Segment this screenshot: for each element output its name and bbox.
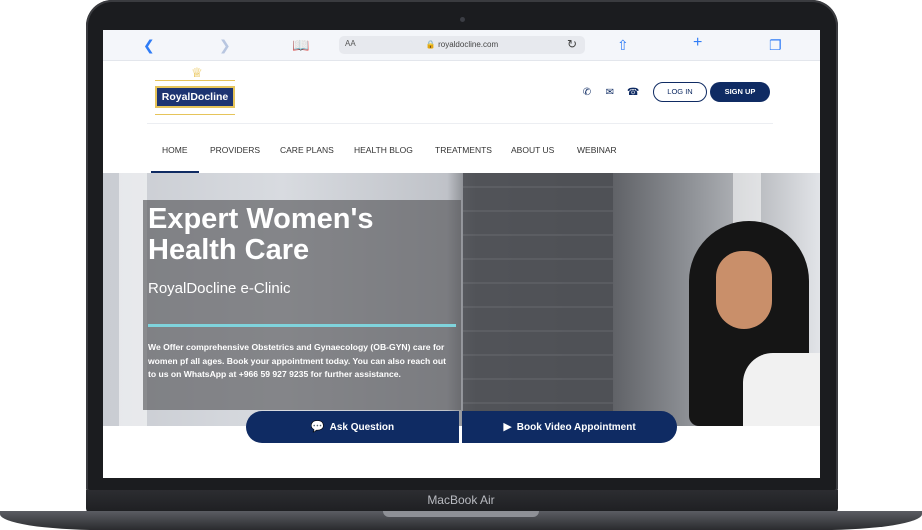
tabs-icon[interactable]: ❐ — [769, 37, 782, 53]
hero-background-wall — [463, 173, 613, 426]
hero-subtitle: RoyalDocline e-Clinic — [148, 280, 291, 297]
doctor-photo — [671, 213, 820, 426]
address-bar[interactable]: AA 🔒 royaldocline.com ↻ — [339, 36, 585, 54]
logo-top-line — [155, 80, 235, 81]
device-label: MacBook Air — [427, 493, 495, 507]
hero-title: Expert Women's Health Care — [148, 203, 374, 266]
doctor-coat — [743, 353, 820, 426]
whatsapp-icon[interactable]: ✆ — [581, 87, 593, 99]
chat-icon: 💬 — [310, 421, 325, 433]
video-camera-icon: ▶ — [503, 421, 512, 433]
nav-item-webinar[interactable]: WEBINAR — [577, 142, 617, 158]
bookmarks-icon[interactable]: 📖 — [292, 37, 309, 53]
url-text: 🔒 royaldocline.com — [425, 40, 499, 49]
reload-icon[interactable]: ↻ — [567, 37, 577, 51]
browser-screen: ❮ ❯ 📖 AA 🔒 royaldocline.com ↻ ⇧ + ❐ ♕ Ro… — [103, 30, 820, 478]
share-icon[interactable]: ⇧ — [617, 37, 629, 53]
nav-item-home[interactable]: HOME — [162, 142, 188, 158]
laptop-notch — [383, 511, 539, 517]
logo-text: RoyalDocline — [155, 86, 235, 108]
mail-icon[interactable]: ✉ — [604, 87, 616, 99]
header-divider — [147, 123, 773, 124]
url-value: royaldocline.com — [438, 40, 499, 49]
hero-banner: Expert Women's Health Care RoyalDocline … — [103, 173, 820, 426]
nav-item-providers[interactable]: PROVIDERS — [210, 142, 260, 158]
login-button[interactable]: LOG IN — [653, 82, 707, 102]
hero-description: We Offer comprehensive Obstetrics and Gy… — [148, 342, 446, 379]
signup-button[interactable]: SIGN UP — [710, 82, 770, 102]
ask-question-label: Ask Question — [329, 422, 395, 433]
crown-icon: ♕ — [191, 65, 203, 80]
hero-divider — [148, 324, 456, 327]
doctor-face — [716, 251, 772, 329]
forward-icon[interactable]: ❯ — [219, 37, 231, 53]
camera — [460, 17, 465, 22]
book-video-appointment-button[interactable]: ▶ Book Video Appointment — [462, 411, 677, 443]
ask-question-button[interactable]: 💬 Ask Question — [246, 411, 459, 443]
back-icon[interactable]: ❮ — [143, 37, 155, 53]
nav-item-treatments[interactable]: TREATMENTS — [435, 142, 492, 158]
phone-icon[interactable]: ☎ — [627, 87, 639, 99]
new-tab-icon[interactable]: + — [693, 35, 702, 51]
book-video-appointment-label: Book Video Appointment — [516, 422, 636, 433]
browser-toolbar: ❮ ❯ 📖 AA 🔒 royaldocline.com ↻ ⇧ + ❐ — [103, 30, 820, 61]
logo-bottom-line — [155, 114, 235, 115]
site-logo[interactable]: ♕ RoyalDocline — [155, 66, 235, 118]
nav-item-about-us[interactable]: ABOUT US — [511, 142, 554, 158]
nav-item-care-plans[interactable]: CARE PLANS — [280, 142, 334, 158]
nav-item-health-blog[interactable]: HEALTH BLOG — [354, 142, 413, 158]
cta-bar: 💬 Ask Question ▶ Book Video Appointment — [246, 411, 677, 443]
